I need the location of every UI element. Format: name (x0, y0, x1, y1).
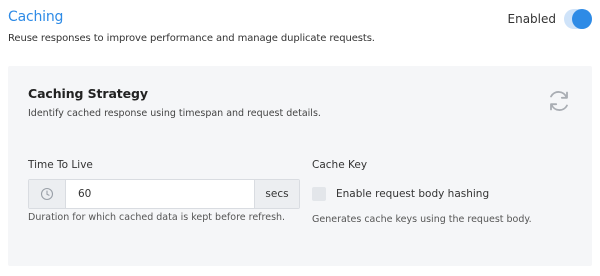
ttl-unit: secs (254, 180, 299, 208)
ttl-label: Time To Live (28, 159, 93, 171)
ttl-input[interactable] (66, 180, 254, 208)
body-hashing-option[interactable]: Enable request body hashing (312, 187, 489, 201)
enabled-label: Enabled (507, 12, 557, 26)
body-hashing-label: Enable request body hashing (336, 188, 490, 200)
caching-description: Reuse responses to improve performance a… (8, 33, 375, 44)
body-hashing-checkbox[interactable] (312, 187, 326, 201)
strategy-title: Caching Strategy (28, 86, 148, 101)
cache-key-help-text: Generates cache keys using the request b… (312, 214, 532, 225)
clock-icon (29, 180, 66, 208)
caching-title: Caching (8, 9, 64, 25)
ttl-input-group: secs (28, 179, 300, 209)
enabled-toggle[interactable] (564, 9, 592, 29)
strategy-description: Identify cached response using timespan … (28, 108, 321, 119)
toggle-knob (572, 9, 592, 29)
enabled-toggle-group: Enabled (507, 9, 592, 29)
cache-key-label: Cache Key (312, 159, 368, 171)
refresh-icon[interactable] (546, 88, 572, 114)
ttl-help-text: Duration for which cached data is kept b… (28, 212, 286, 223)
caching-strategy-panel: Caching Strategy Identify cached respons… (8, 66, 592, 266)
